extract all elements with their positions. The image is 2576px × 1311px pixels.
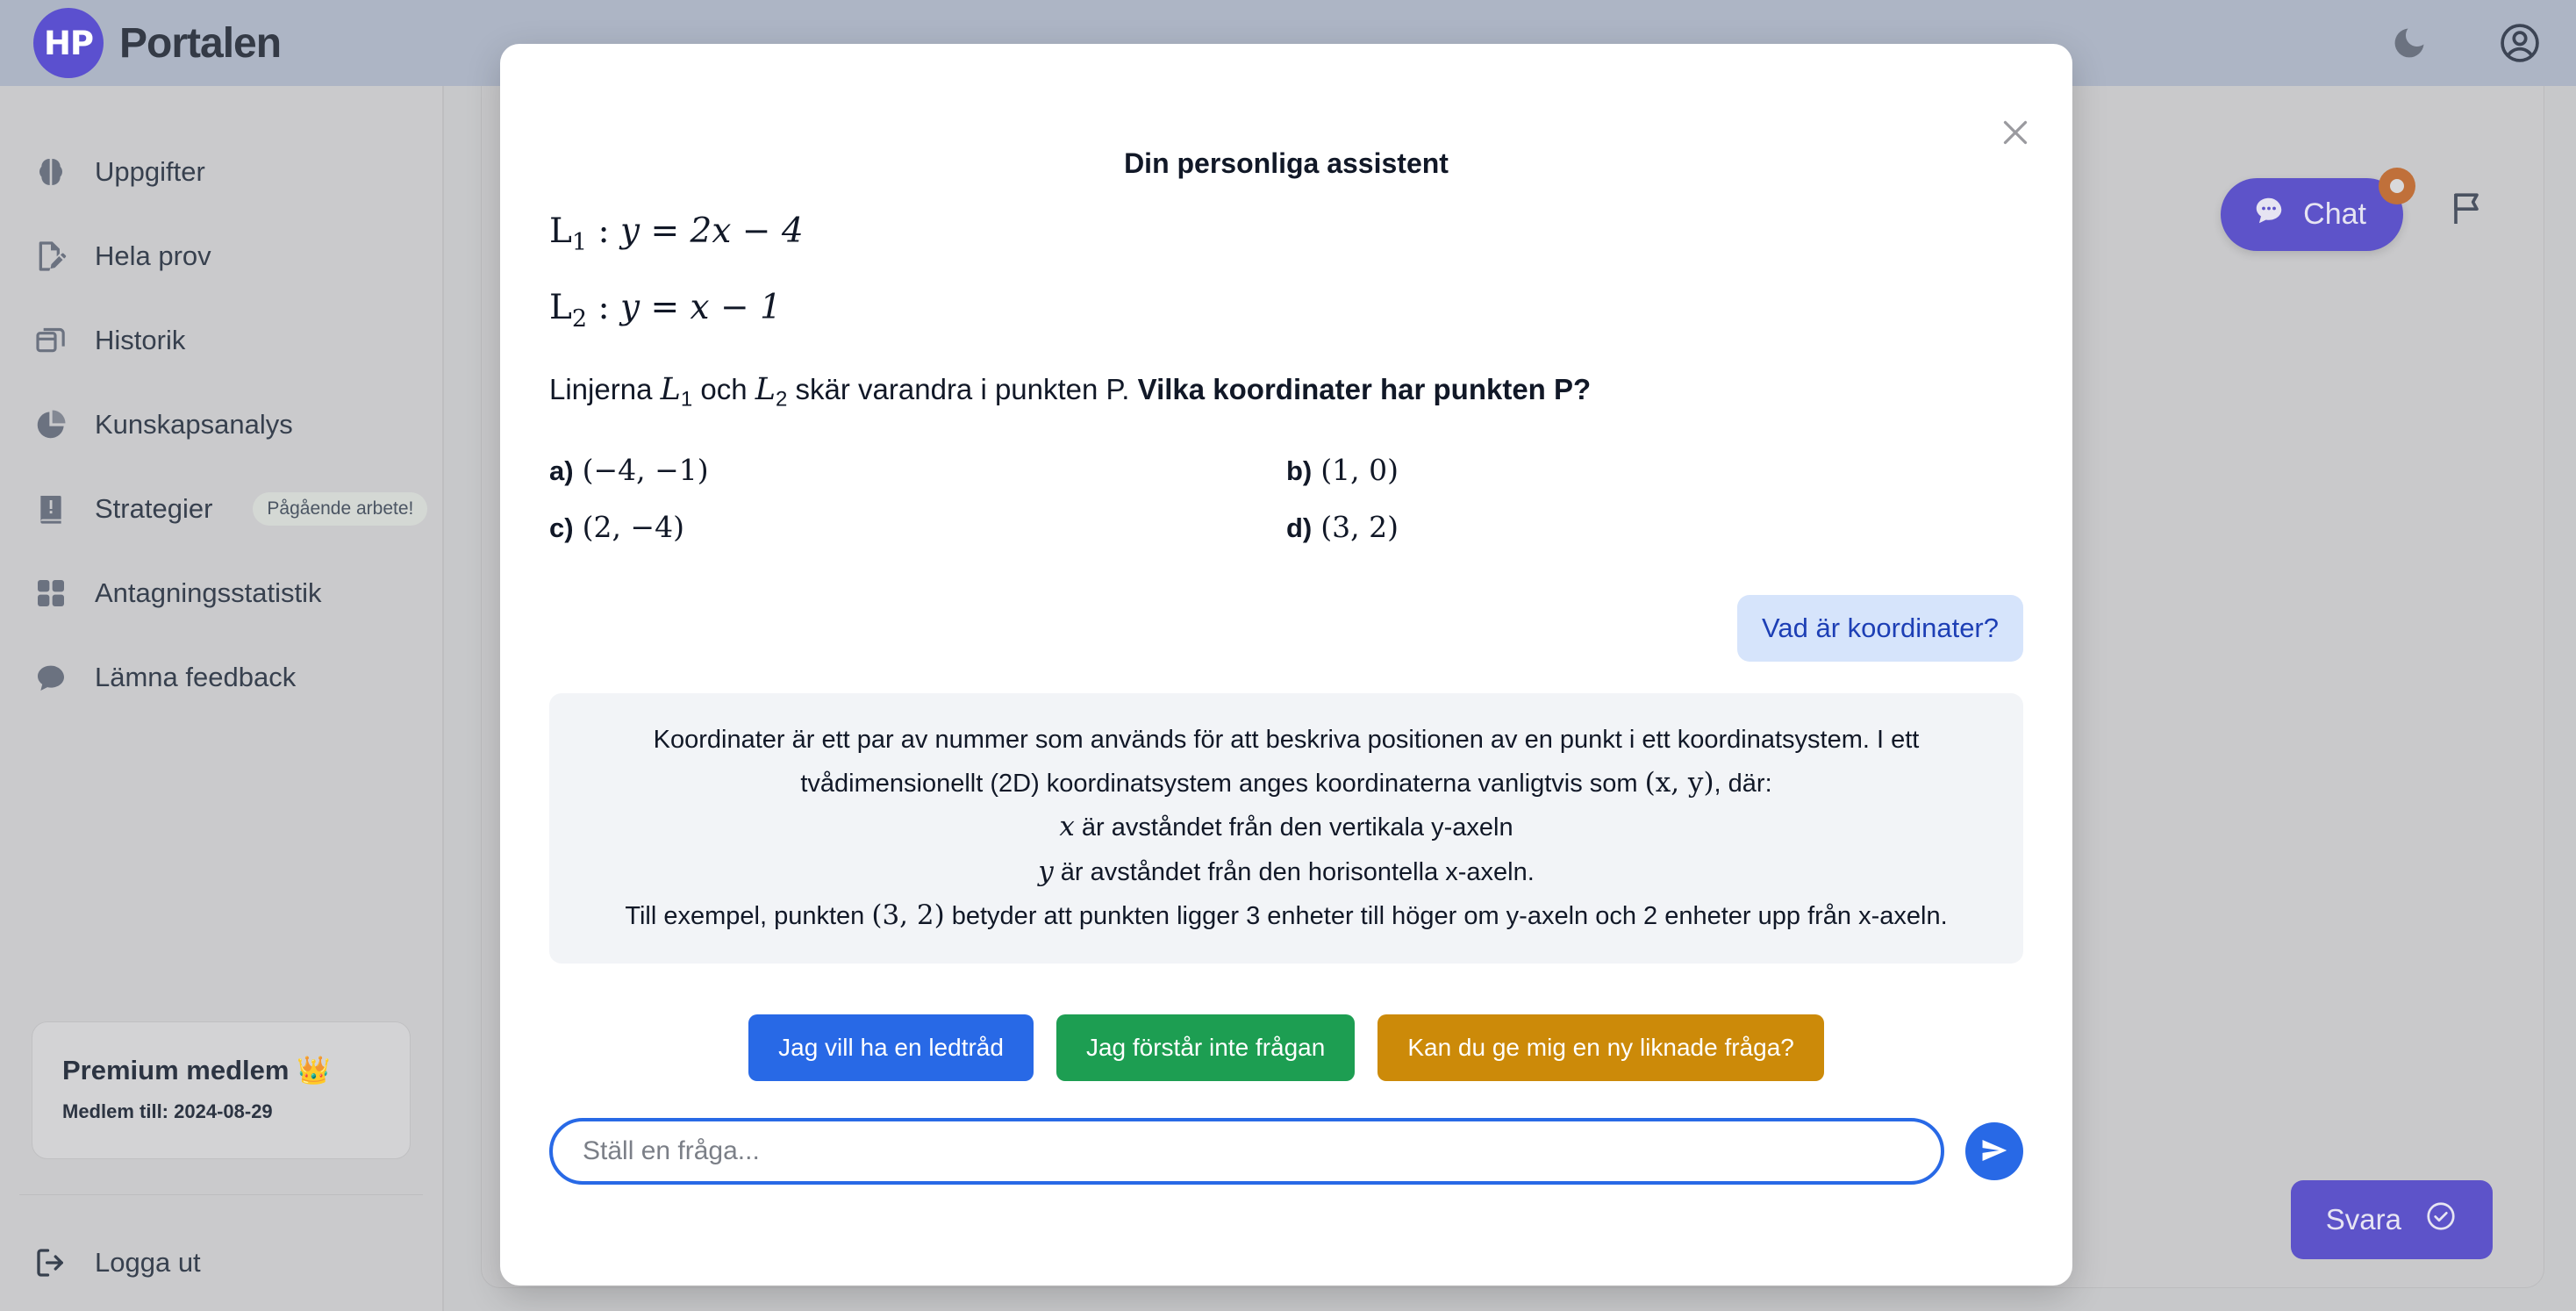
equation-l2-rhs-colon: :	[597, 287, 621, 327]
assistant-tuple-xy: (x, y)	[1644, 767, 1714, 799]
dont-understand-button[interactable]: Jag förstår inte frågan	[1055, 1014, 1356, 1082]
option-d-label: d)	[1286, 512, 1313, 544]
equation-l1-rhs: y = 2x − 4	[620, 211, 804, 251]
assistant-modal: Din personliga assistent L1 : y = 2x − 4…	[500, 44, 2072, 1286]
option-row: c) (2, −4) d) (3, 2)	[549, 510, 2023, 544]
question-bold-part: Vilka koordinater har punkten P?	[1137, 372, 1592, 405]
modal-title: Din personliga assistent	[1124, 147, 1449, 179]
equation-l2-sub: 2	[571, 304, 588, 333]
equation-l2-name: L	[549, 287, 572, 327]
option-c-label: c)	[549, 512, 574, 544]
assistant-line-4-start: Till exempel, punkten	[625, 901, 872, 930]
chat-composer	[549, 1118, 2023, 1186]
chat-transcript: Vad är koordinater? Koordinater är ett p…	[549, 595, 2023, 964]
equation-l1-name: L	[549, 211, 572, 251]
quick-action-buttons: Jag vill ha en ledtråd Jag förstår inte …	[549, 1014, 2023, 1082]
question-var-2-sub: 2	[776, 387, 788, 412]
equation-l2-rhs: y = x − 1	[620, 287, 782, 327]
assistant-line-1-end: , där:	[1714, 770, 1772, 799]
option-a-value: (−4, −1)	[582, 453, 709, 488]
question-var-2: L	[755, 371, 776, 407]
option-d[interactable]: d) (3, 2)	[1286, 510, 2023, 544]
close-icon[interactable]	[1995, 112, 2036, 153]
option-row: a) (−4, −1) b) (1, 0)	[549, 453, 2023, 487]
modal-body: L1 : y = 2x − 4 L2 : y = x − 1 Linjerna …	[500, 211, 2072, 1186]
question-text: Linjerna L1 och L2 skär varandra i punkt…	[549, 371, 2023, 413]
option-c-value: (2, −4)	[582, 510, 684, 545]
option-b-value: (1, 0)	[1320, 453, 1399, 488]
hint-button[interactable]: Jag vill ha en ledtråd	[748, 1014, 1034, 1082]
answer-options: a) (−4, −1) b) (1, 0) c) (2, −4) d) (3, 2)	[549, 453, 2023, 544]
question-part-2: och	[692, 372, 755, 405]
equation-l1-sub: 1	[571, 228, 588, 256]
question-part-3: skär varandra i punkten P.	[787, 372, 1138, 405]
assistant-tuple-32: (3, 2)	[871, 899, 945, 931]
option-b[interactable]: b) (1, 0)	[1286, 453, 2023, 487]
equation-l2: L2 : y = x − 1	[549, 288, 2023, 333]
option-d-value: (3, 2)	[1320, 510, 1399, 545]
chat-input[interactable]	[549, 1118, 1944, 1186]
assistant-line-2: är avståndet från den vertikala y-axeln	[1074, 813, 1513, 842]
assistant-line-3-var: y	[1038, 855, 1054, 887]
equation-l1: L1 : y = 2x − 4	[549, 211, 2023, 256]
similar-question-button[interactable]: Kan du ge mig en ny liknade fråga?	[1377, 1014, 1824, 1082]
send-button[interactable]	[1965, 1122, 2023, 1181]
assistant-line-4-end: betyder att punkten ligger 3 enheter til…	[944, 901, 1948, 930]
assistant-message-bubble: Koordinater är ett par av nummer som anv…	[549, 693, 2023, 964]
question-var-1-sub: 1	[680, 387, 693, 412]
equation-l1-rhs-colon: :	[597, 211, 621, 251]
option-b-label: b)	[1286, 455, 1313, 487]
question-var-1: L	[660, 371, 681, 407]
option-a-label: a)	[549, 455, 574, 487]
assistant-line-3: är avståndet från den horisontella x-axe…	[1053, 857, 1535, 886]
option-c[interactable]: c) (2, −4)	[549, 510, 1286, 544]
send-paper-plane-icon	[1979, 1135, 2009, 1168]
app-root: HP Portalen Uppgifter Hela prov Historik…	[0, 0, 2576, 1311]
assistant-line-2-var: x	[1059, 811, 1075, 843]
user-message-bubble: Vad är koordinater?	[1737, 595, 2023, 663]
question-part-1: Linjerna	[549, 372, 661, 405]
option-a[interactable]: a) (−4, −1)	[549, 453, 1286, 487]
